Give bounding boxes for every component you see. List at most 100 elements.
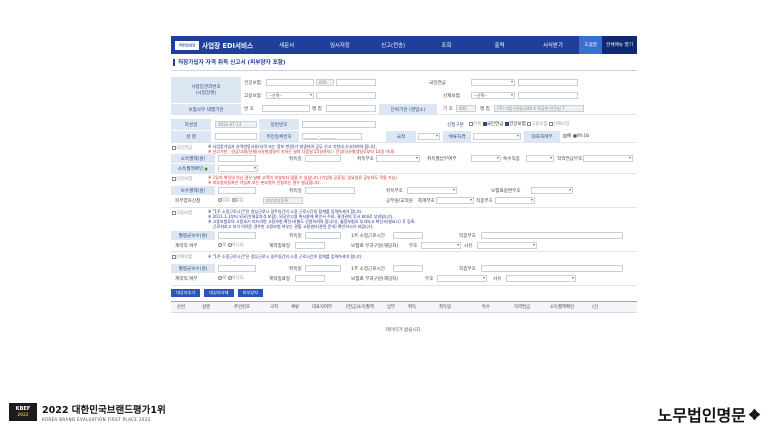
report-type-options: 전체 국민연금 건강보험 고용보험 산재보험 — [469, 121, 569, 127]
pension-acq-code-label: 취득부호 — [357, 157, 374, 162]
mgmt-number-label: 사업장관리번호 (사업장명) — [171, 77, 241, 103]
name-input[interactable] — [215, 133, 257, 140]
employ-reason-select[interactable] — [477, 242, 537, 249]
col-rrn[interactable]: 주민번호 — [221, 304, 263, 310]
health-mgmt-input[interactable] — [266, 79, 314, 86]
sanjae-levy-code-label: 부호 — [425, 277, 434, 282]
health-branch-input[interactable]: 000 — [316, 79, 334, 86]
agency-name-label: 명 칭 — [312, 107, 322, 112]
delete-target-button[interactable]: 대상자삭제 — [204, 289, 234, 297]
health-acq-code-select[interactable] — [407, 187, 457, 194]
menu-form-download[interactable]: 서식받기 — [526, 41, 579, 49]
pension-acq-month-select[interactable] — [471, 155, 501, 162]
employ-levy-code-label: 부호 — [409, 244, 418, 249]
health-reduce-select[interactable] — [531, 187, 573, 194]
table-header: 순번 성명 주민번호 국적 체류 대표자여부 [연금]소득월액 납부 취득 취득… — [171, 301, 637, 313]
col-health[interactable]: (건 — [585, 304, 605, 310]
pension-mgmt-input[interactable] — [518, 79, 578, 86]
sanjae-contract-end-input[interactable] — [295, 275, 325, 282]
unit-name-input[interactable]: (주) 미탑-(일동)349 V 목당천-산탄업 T — [494, 105, 584, 112]
sanjae-acq-date-input[interactable] — [305, 265, 341, 272]
employ-contract-end-input[interactable] — [295, 242, 325, 249]
lookup-icon[interactable]: ▣ — [204, 166, 208, 171]
health-pay-input[interactable] — [218, 187, 256, 194]
col-name[interactable]: 성명 — [191, 304, 221, 310]
col-pension-income[interactable]: [연금]소득월액 — [339, 304, 381, 310]
col-payment[interactable]: 납부 — [381, 304, 401, 310]
col-job-pension[interactable]: 직역연금 — [505, 304, 539, 310]
pension-select[interactable] — [471, 79, 515, 86]
employ-hours-input[interactable] — [393, 232, 423, 239]
employ-jobcode-input[interactable] — [481, 232, 623, 239]
account-code-select[interactable] — [436, 197, 474, 204]
health-job-select[interactable] — [495, 197, 535, 204]
service-brand[interactable]: 사업장 EDI서비스 — [202, 40, 260, 50]
col-income-check[interactable]: 소득월액확인 — [539, 304, 585, 310]
employ-select[interactable]: --선택-- — [266, 92, 314, 99]
sanjae-hours-input[interactable] — [393, 265, 423, 272]
rrn-input[interactable]: ______ - _______ — [302, 133, 362, 140]
sanjae-hours-label: 1주 소정근로시간 — [351, 267, 385, 272]
main-menu: 새문서 임시저장 신고(전송) 조회 출력 서식받기 — [260, 41, 579, 49]
col-acquire[interactable]: 취득 — [401, 304, 423, 310]
employ-mgmt-input[interactable] — [316, 92, 376, 99]
sanjae-mgmt-input[interactable] — [518, 92, 578, 99]
sanjae-jobcode-input[interactable] — [481, 265, 623, 272]
sanjae-section-toggle[interactable]: 산재보험 — [172, 254, 192, 260]
pension-income-input[interactable] — [218, 155, 256, 162]
sanjae-levy-code-select[interactable] — [437, 275, 487, 282]
agency-number-input[interactable] — [262, 105, 310, 112]
sanjae-wage-label: 월평균보수(원) — [171, 264, 215, 273]
dependent-button[interactable]: 피부양자 — [237, 289, 263, 297]
col-seq[interactable]: 순번 — [171, 304, 191, 310]
agency-label: 보험사무 대행기관 — [171, 104, 241, 115]
serial-input[interactable] — [302, 121, 376, 128]
employ-section-toggle[interactable]: 고용보험 — [172, 210, 192, 216]
sanjae-wage-input[interactable] — [218, 265, 256, 272]
col-visa[interactable]: 체류 — [285, 304, 305, 310]
dependent-register-input[interactable]: 피부양자등록 — [263, 197, 303, 204]
kbef-award: KBEF 2022 2022 대한민국브랜드평가1위 KOREA BRAND E… — [9, 402, 166, 422]
all-menu-button[interactable]: 전체메뉴 열기 — [602, 36, 637, 54]
menu-new-document[interactable]: 새문서 — [260, 41, 313, 49]
col-acquire-date[interactable]: 취득일 — [423, 304, 467, 310]
health-reduce-label: 보험료감면부호 — [491, 189, 521, 194]
pension-job-select[interactable] — [583, 155, 633, 162]
unit-code-input[interactable]: 000 — [456, 105, 476, 112]
employ-wage-input[interactable] — [218, 232, 256, 239]
nomu-name: 노무법인명문 — [657, 406, 746, 425]
menu-report-send[interactable]: 신고(전송) — [367, 41, 420, 49]
col-nation[interactable]: 국적 — [263, 304, 285, 310]
health-acq-date-input[interactable] — [305, 187, 355, 194]
sanjae-reason-select[interactable] — [506, 275, 576, 282]
menu-print[interactable]: 출력 — [473, 41, 526, 49]
nation-select[interactable] — [418, 133, 440, 140]
pension-job-label: 직역연금부호 — [557, 157, 583, 162]
pension-acq-code-select[interactable] — [376, 155, 420, 162]
add-target-button[interactable]: 대상자추가 — [171, 289, 201, 297]
agency-name-input[interactable] — [326, 105, 376, 112]
pension-acq-date-input[interactable] — [305, 155, 341, 162]
col-representative[interactable]: 대표자여부 — [305, 304, 339, 310]
pension-section-toggle[interactable]: 국민연금 — [172, 145, 192, 151]
col-special[interactable]: 특수 — [467, 304, 505, 310]
menu-temp-save[interactable]: 임시저장 — [313, 41, 366, 49]
business-section: 사업장관리번호 (사업장명) 건강보험 000 국민연금 고용보험 --선택--… — [171, 77, 637, 115]
visa-select[interactable] — [473, 133, 521, 140]
clover-icon — [748, 408, 761, 420]
pension-income-check-select[interactable] — [218, 165, 258, 172]
employ-levy-code-select[interactable] — [421, 242, 461, 249]
employ-contract-options: 예 아니요 — [218, 242, 244, 248]
pension-label: 국민연금 — [429, 81, 446, 86]
sanjae-select[interactable]: --선택-- — [471, 92, 515, 99]
kbef-badge-logo: KBEF 2022 — [9, 403, 37, 421]
employ-acq-date-input[interactable] — [305, 232, 341, 239]
pension-special-select[interactable] — [526, 155, 554, 162]
nps-logo[interactable]: 국민연금공단 — [175, 40, 199, 50]
menu-inquiry[interactable]: 조회 — [420, 41, 473, 49]
health-section-toggle[interactable]: 건강보험 — [172, 176, 192, 182]
help-button[interactable]: 도움말 — [579, 36, 603, 54]
write-date-input[interactable]: 2022-07-13 — [215, 121, 257, 128]
kbef-title: 2022 대한민국브랜드평가1위 — [42, 405, 166, 416]
health-extra-input[interactable] — [336, 79, 376, 86]
